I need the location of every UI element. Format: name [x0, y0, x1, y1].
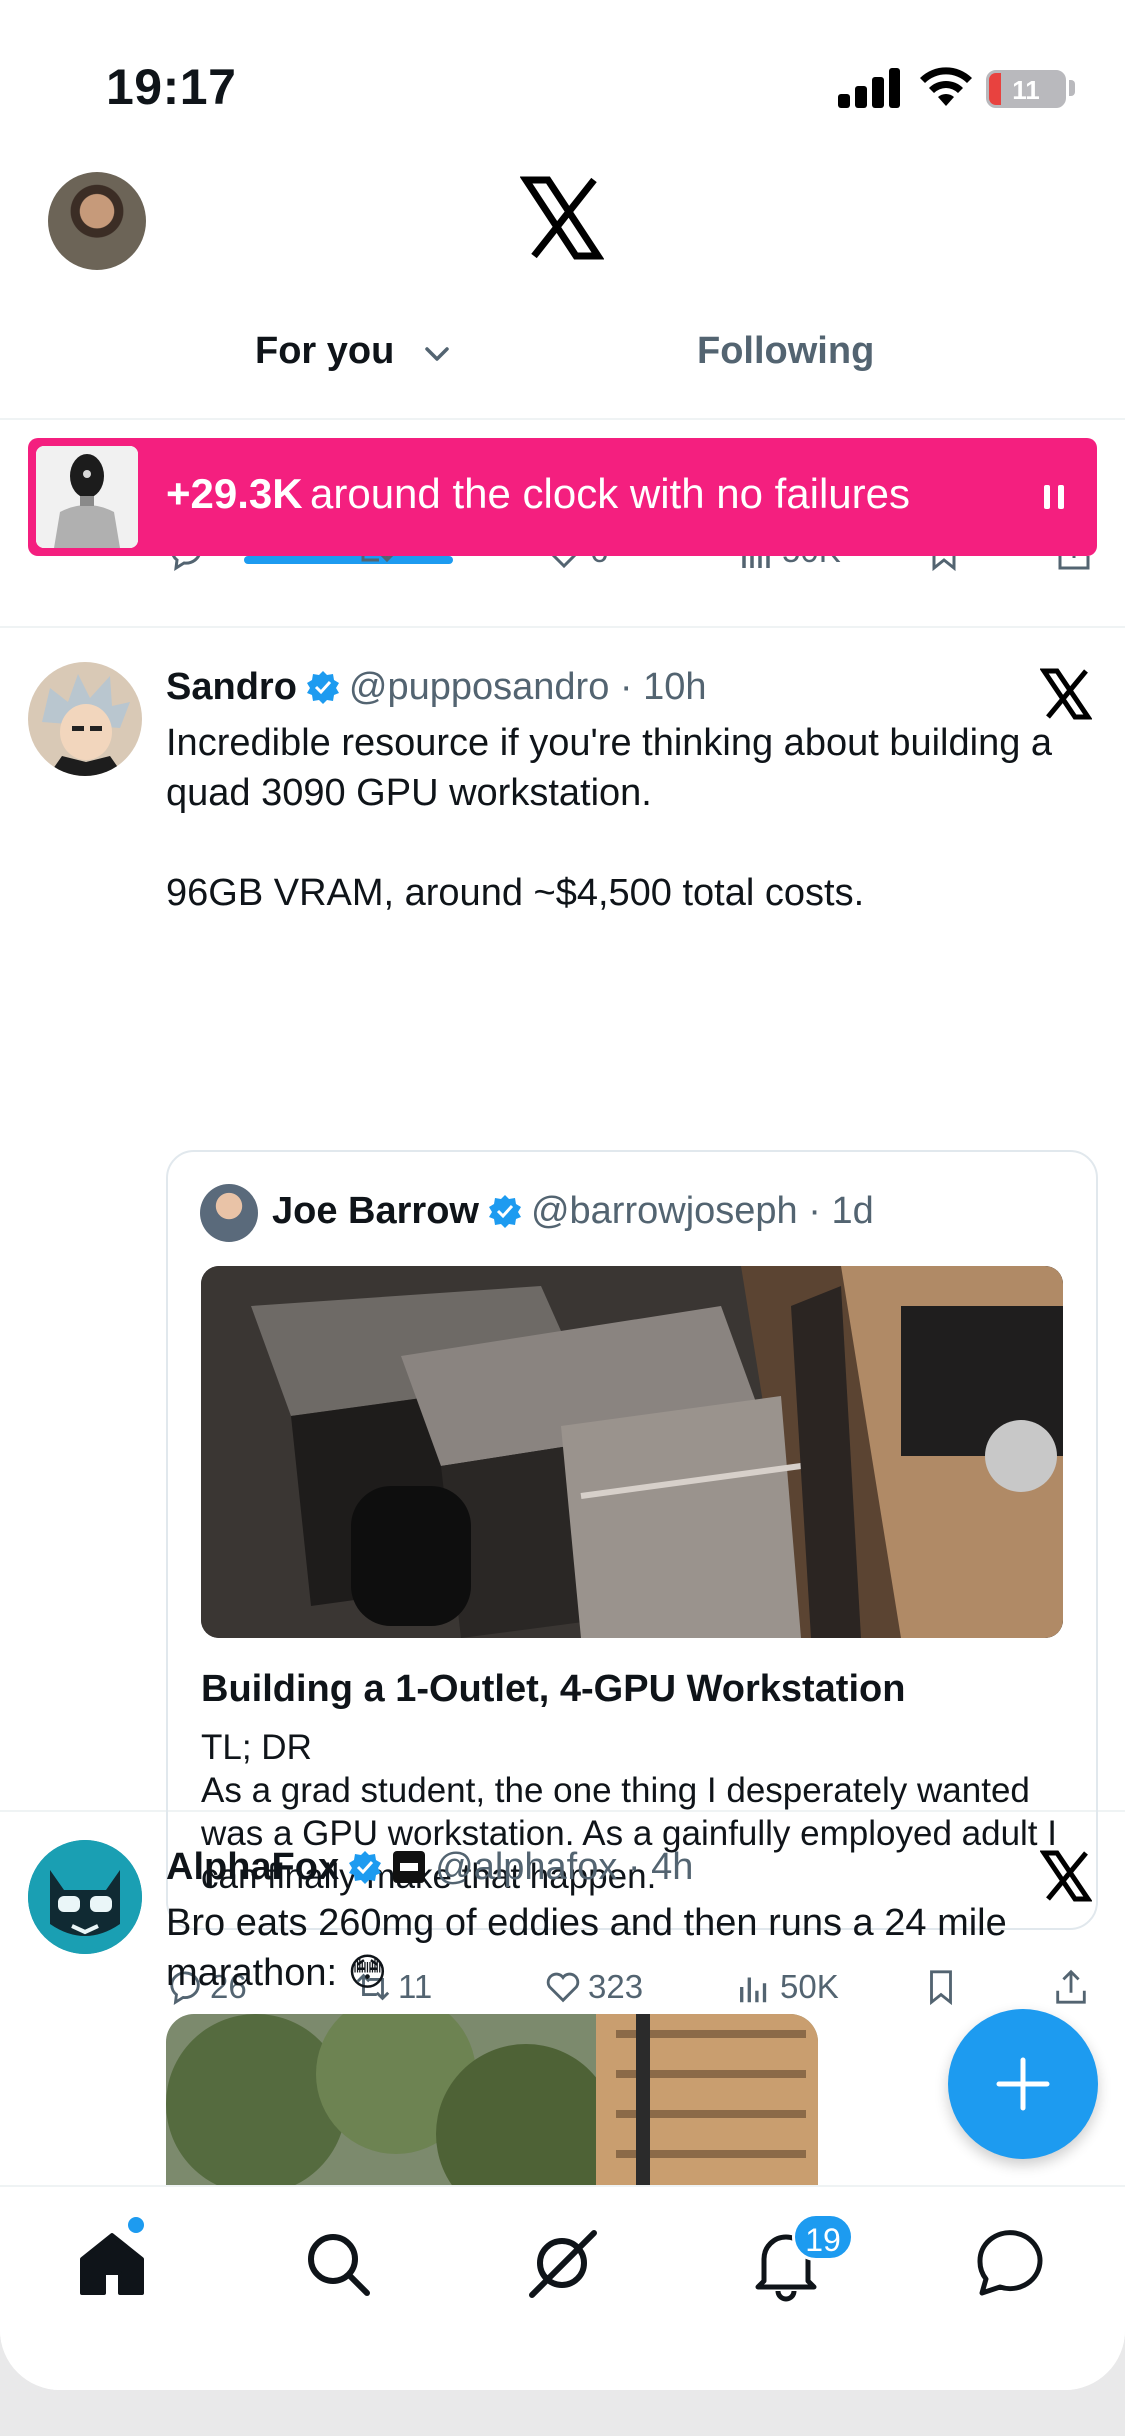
- tweet-media[interactable]: [166, 2014, 818, 2185]
- promo-banner[interactable]: +29.3K around the clock with no failures: [28, 438, 1097, 556]
- battery-level: 11: [1012, 75, 1040, 105]
- status-bar: 19:17 11: [0, 0, 1125, 150]
- author-handle[interactable]: @alphafox: [435, 1846, 617, 1888]
- feed-tabs: For you Following: [0, 300, 1125, 564]
- robot-thumbnail: [36, 446, 138, 548]
- tweet-text: Bro eats 260mg of eddies and then runs a…: [166, 1902, 1007, 1994]
- like-icon[interactable]: [544, 556, 584, 572]
- view-count: 50K: [782, 556, 841, 570]
- like-count: 6: [590, 556, 608, 570]
- app-header: For you Following: [0, 150, 1125, 564]
- tweet[interactable]: AlphaFox @alphafox · 4h Bro eats 260mg of…: [0, 1812, 1125, 2185]
- messages-icon: [977, 2230, 1043, 2296]
- battery-cap: [1069, 80, 1075, 96]
- article-title: Building a 1-Outlet, 4-GPU Workstation: [201, 1668, 906, 1710]
- tweet-avatar[interactable]: [28, 662, 142, 776]
- banner-count: +29.3K: [166, 470, 303, 517]
- nav-messages[interactable]: [970, 2223, 1050, 2303]
- tab-for-you[interactable]: For you: [255, 330, 451, 373]
- status-time: 19:17: [106, 59, 237, 115]
- home-icon: [80, 2233, 144, 2295]
- chevron-down-icon[interactable]: [423, 339, 451, 367]
- author-handle[interactable]: @pupposandro: [349, 666, 609, 708]
- repost-icon[interactable]: [357, 556, 397, 572]
- tweet-time: 4h: [651, 1846, 694, 1888]
- previous-tweet-actions: 6 50K: [0, 556, 1125, 628]
- wifi-icon: [920, 67, 972, 106]
- tweet-header: AlphaFox @alphafox · 4h: [166, 1846, 694, 1888]
- quote-author-name[interactable]: Joe Barrow: [272, 1190, 479, 1232]
- profile-avatar[interactable]: [48, 172, 146, 270]
- reply-icon[interactable]: [166, 556, 206, 572]
- pause-icon[interactable]: [1042, 485, 1066, 509]
- compose-icon: [996, 2057, 1050, 2111]
- quote-header: Joe Barrow @barrowjoseph · 1d: [272, 1190, 874, 1232]
- author-name[interactable]: AlphaFox: [166, 1846, 339, 1888]
- views-icon[interactable]: [738, 556, 778, 572]
- nav-grok[interactable]: [522, 2223, 602, 2303]
- share-icon[interactable]: [1054, 556, 1094, 572]
- tweet[interactable]: Sandro @pupposandro · 10h Incredible reso…: [0, 628, 1125, 2006]
- banner-text: around the clock with no failures: [310, 470, 910, 517]
- compose-button[interactable]: [948, 2009, 1098, 2159]
- search-icon: [308, 2234, 370, 2296]
- home-unread-dot: [128, 2217, 144, 2233]
- notifications-badge: 19: [792, 2213, 854, 2261]
- tweet-time: 10h: [643, 666, 707, 708]
- battery-icon: 11: [986, 70, 1066, 108]
- x-logo-icon[interactable]: [1040, 1850, 1092, 1902]
- gpu-photo[interactable]: [201, 1266, 1063, 1638]
- author-name[interactable]: Sandro: [166, 666, 297, 708]
- bottom-navigation: 19: [0, 2185, 1125, 2390]
- tweet-text: Incredible resource if you're thinking a…: [166, 722, 1053, 914]
- app-screen: 19:17 11 For you Following +29.3K around…: [0, 0, 1125, 2390]
- verified-icon: [349, 1851, 382, 1884]
- quote-time: 1d: [831, 1190, 874, 1232]
- affiliate-badge-icon: [393, 1851, 426, 1883]
- nav-search[interactable]: [297, 2223, 377, 2303]
- tweet-avatar[interactable]: [28, 1840, 142, 1954]
- grok-icon: [529, 2230, 597, 2298]
- tweet-header: Sandro @pupposandro · 10h: [166, 666, 707, 708]
- tab-following[interactable]: Following: [697, 330, 874, 373]
- x-logo-icon[interactable]: [1040, 668, 1092, 720]
- signal-icon: [838, 66, 900, 108]
- timeline[interactable]: +29.3K around the clock with no failures…: [0, 420, 1125, 2185]
- quote-author-handle[interactable]: @barrowjoseph: [531, 1190, 798, 1232]
- tab-for-you-label: For you: [255, 330, 395, 372]
- nav-home[interactable]: [72, 2223, 152, 2303]
- quote-avatar[interactable]: [200, 1184, 258, 1242]
- verified-icon: [488, 1195, 521, 1228]
- verified-icon: [306, 671, 339, 704]
- bookmark-icon[interactable]: [924, 556, 964, 572]
- x-logo-icon: [520, 176, 604, 260]
